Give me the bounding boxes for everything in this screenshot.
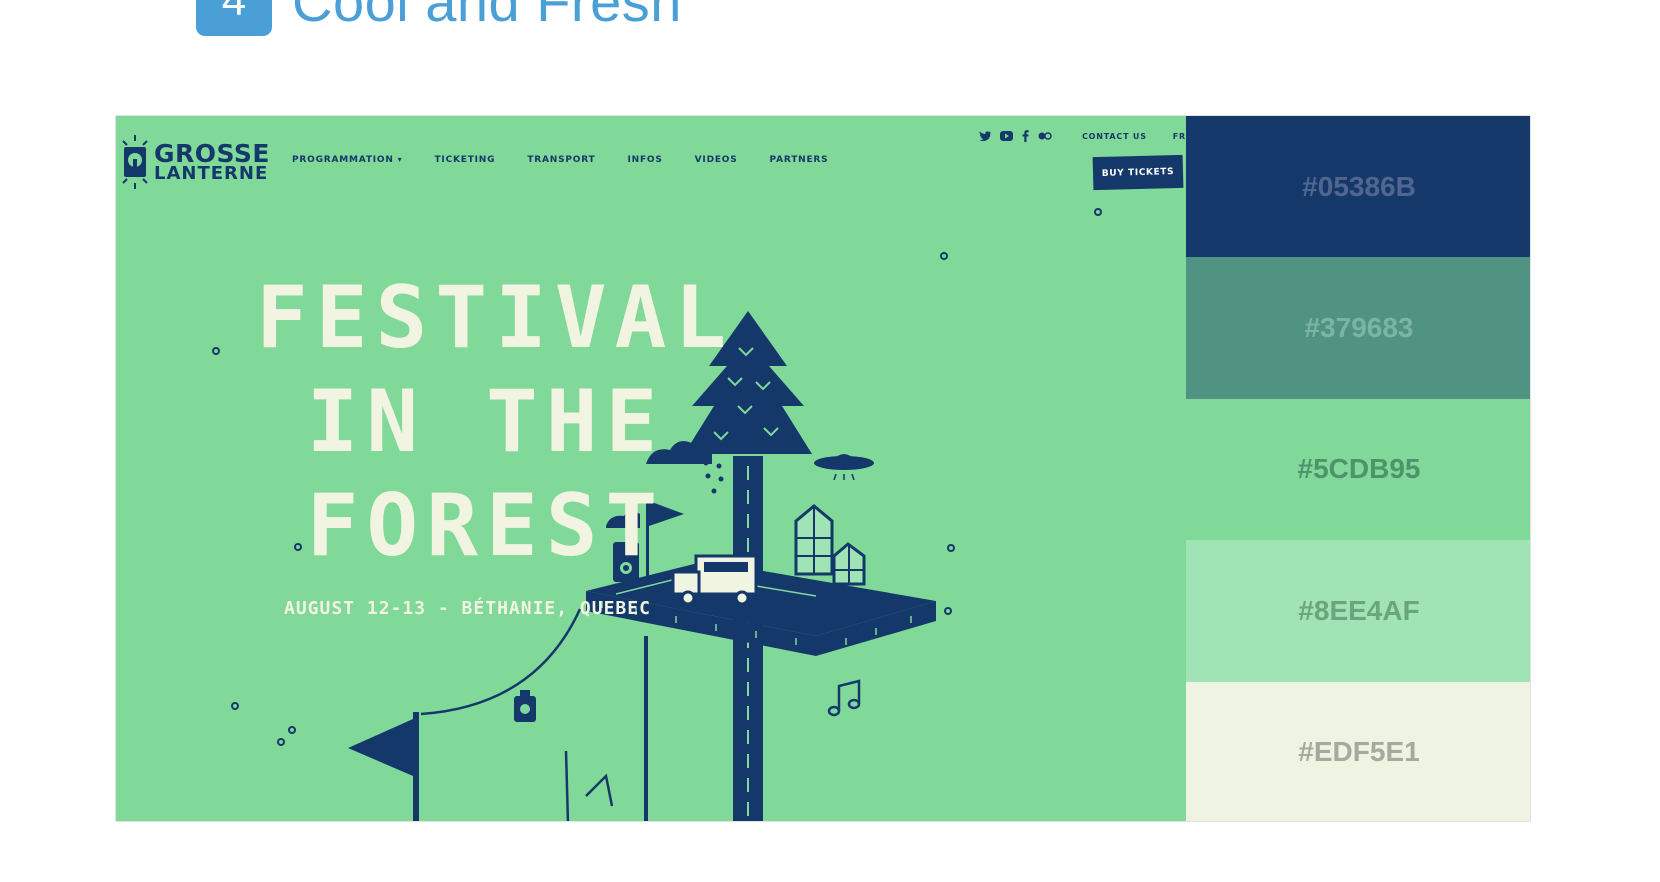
hero-title-line-1: FESTIVAL xyxy=(256,268,735,368)
section-heading: 4 Cool and Fresh xyxy=(196,0,682,36)
flickr-icon[interactable] xyxy=(1038,132,1052,140)
nav-item-ticketing[interactable]: TICKETING xyxy=(434,155,495,165)
hero-title-line-3: FOREST xyxy=(306,476,666,576)
facebook-icon[interactable] xyxy=(1022,130,1029,142)
swatch-5: #EDF5E1 xyxy=(1186,681,1530,821)
nav-item-infos[interactable]: INFOS xyxy=(627,155,662,165)
website-preview: GROSSE LANTERNE PROGRAMMATION ▾ TICKETIN… xyxy=(116,116,1186,821)
language-toggle[interactable]: FR xyxy=(1173,132,1186,141)
buy-tickets-button[interactable]: BUY TICKETS xyxy=(1092,154,1184,191)
nav-item-videos[interactable]: VIDEOS xyxy=(695,155,738,165)
logo-line-1: GROSSE xyxy=(154,138,270,168)
twitter-icon[interactable] xyxy=(979,131,991,141)
logo-line-2: LANTERNE xyxy=(154,163,269,185)
nav-label-programmation: PROGRAMMATION xyxy=(292,155,394,165)
section-number-badge: 4 xyxy=(196,0,272,36)
color-palette: #05386B #379683 #5CDB95 #8EE4AF #EDF5E1 xyxy=(1186,116,1530,821)
swatch-2: #379683 xyxy=(1186,257,1530,399)
nav-item-programmation[interactable]: PROGRAMMATION ▾ xyxy=(292,155,402,165)
swatch-3: #5CDB95 xyxy=(1186,398,1530,541)
nav-item-transport[interactable]: TRANSPORT xyxy=(527,155,595,165)
hero-subtitle: AUGUST 12-13 - BÉTHANIE, QUEBEC xyxy=(284,598,651,619)
section-title: Cool and Fresh xyxy=(292,0,682,33)
palette-showcase: GROSSE LANTERNE PROGRAMMATION ▾ TICKETIN… xyxy=(115,115,1531,822)
contact-us-link[interactable]: CONTACT US xyxy=(1082,132,1147,141)
swatch-4: #8EE4AF xyxy=(1186,540,1530,682)
youtube-icon[interactable] xyxy=(1000,131,1013,141)
hero-title: FESTIVAL IN THE FOREST xyxy=(256,266,735,578)
nav-item-partners[interactable]: PARTNERS xyxy=(770,155,829,165)
main-nav: PROGRAMMATION ▾ TICKETING TRANSPORT INFO… xyxy=(292,155,828,165)
swatch-1: #05386B xyxy=(1186,116,1530,258)
chevron-down-icon: ▾ xyxy=(397,155,403,164)
site-logo[interactable]: GROSSE LANTERNE xyxy=(120,132,270,192)
lantern-icon xyxy=(122,135,148,189)
social-links xyxy=(979,130,1052,142)
hero-title-line-2: IN THE xyxy=(306,372,666,472)
top-links: CONTACT US FR xyxy=(1082,132,1186,141)
